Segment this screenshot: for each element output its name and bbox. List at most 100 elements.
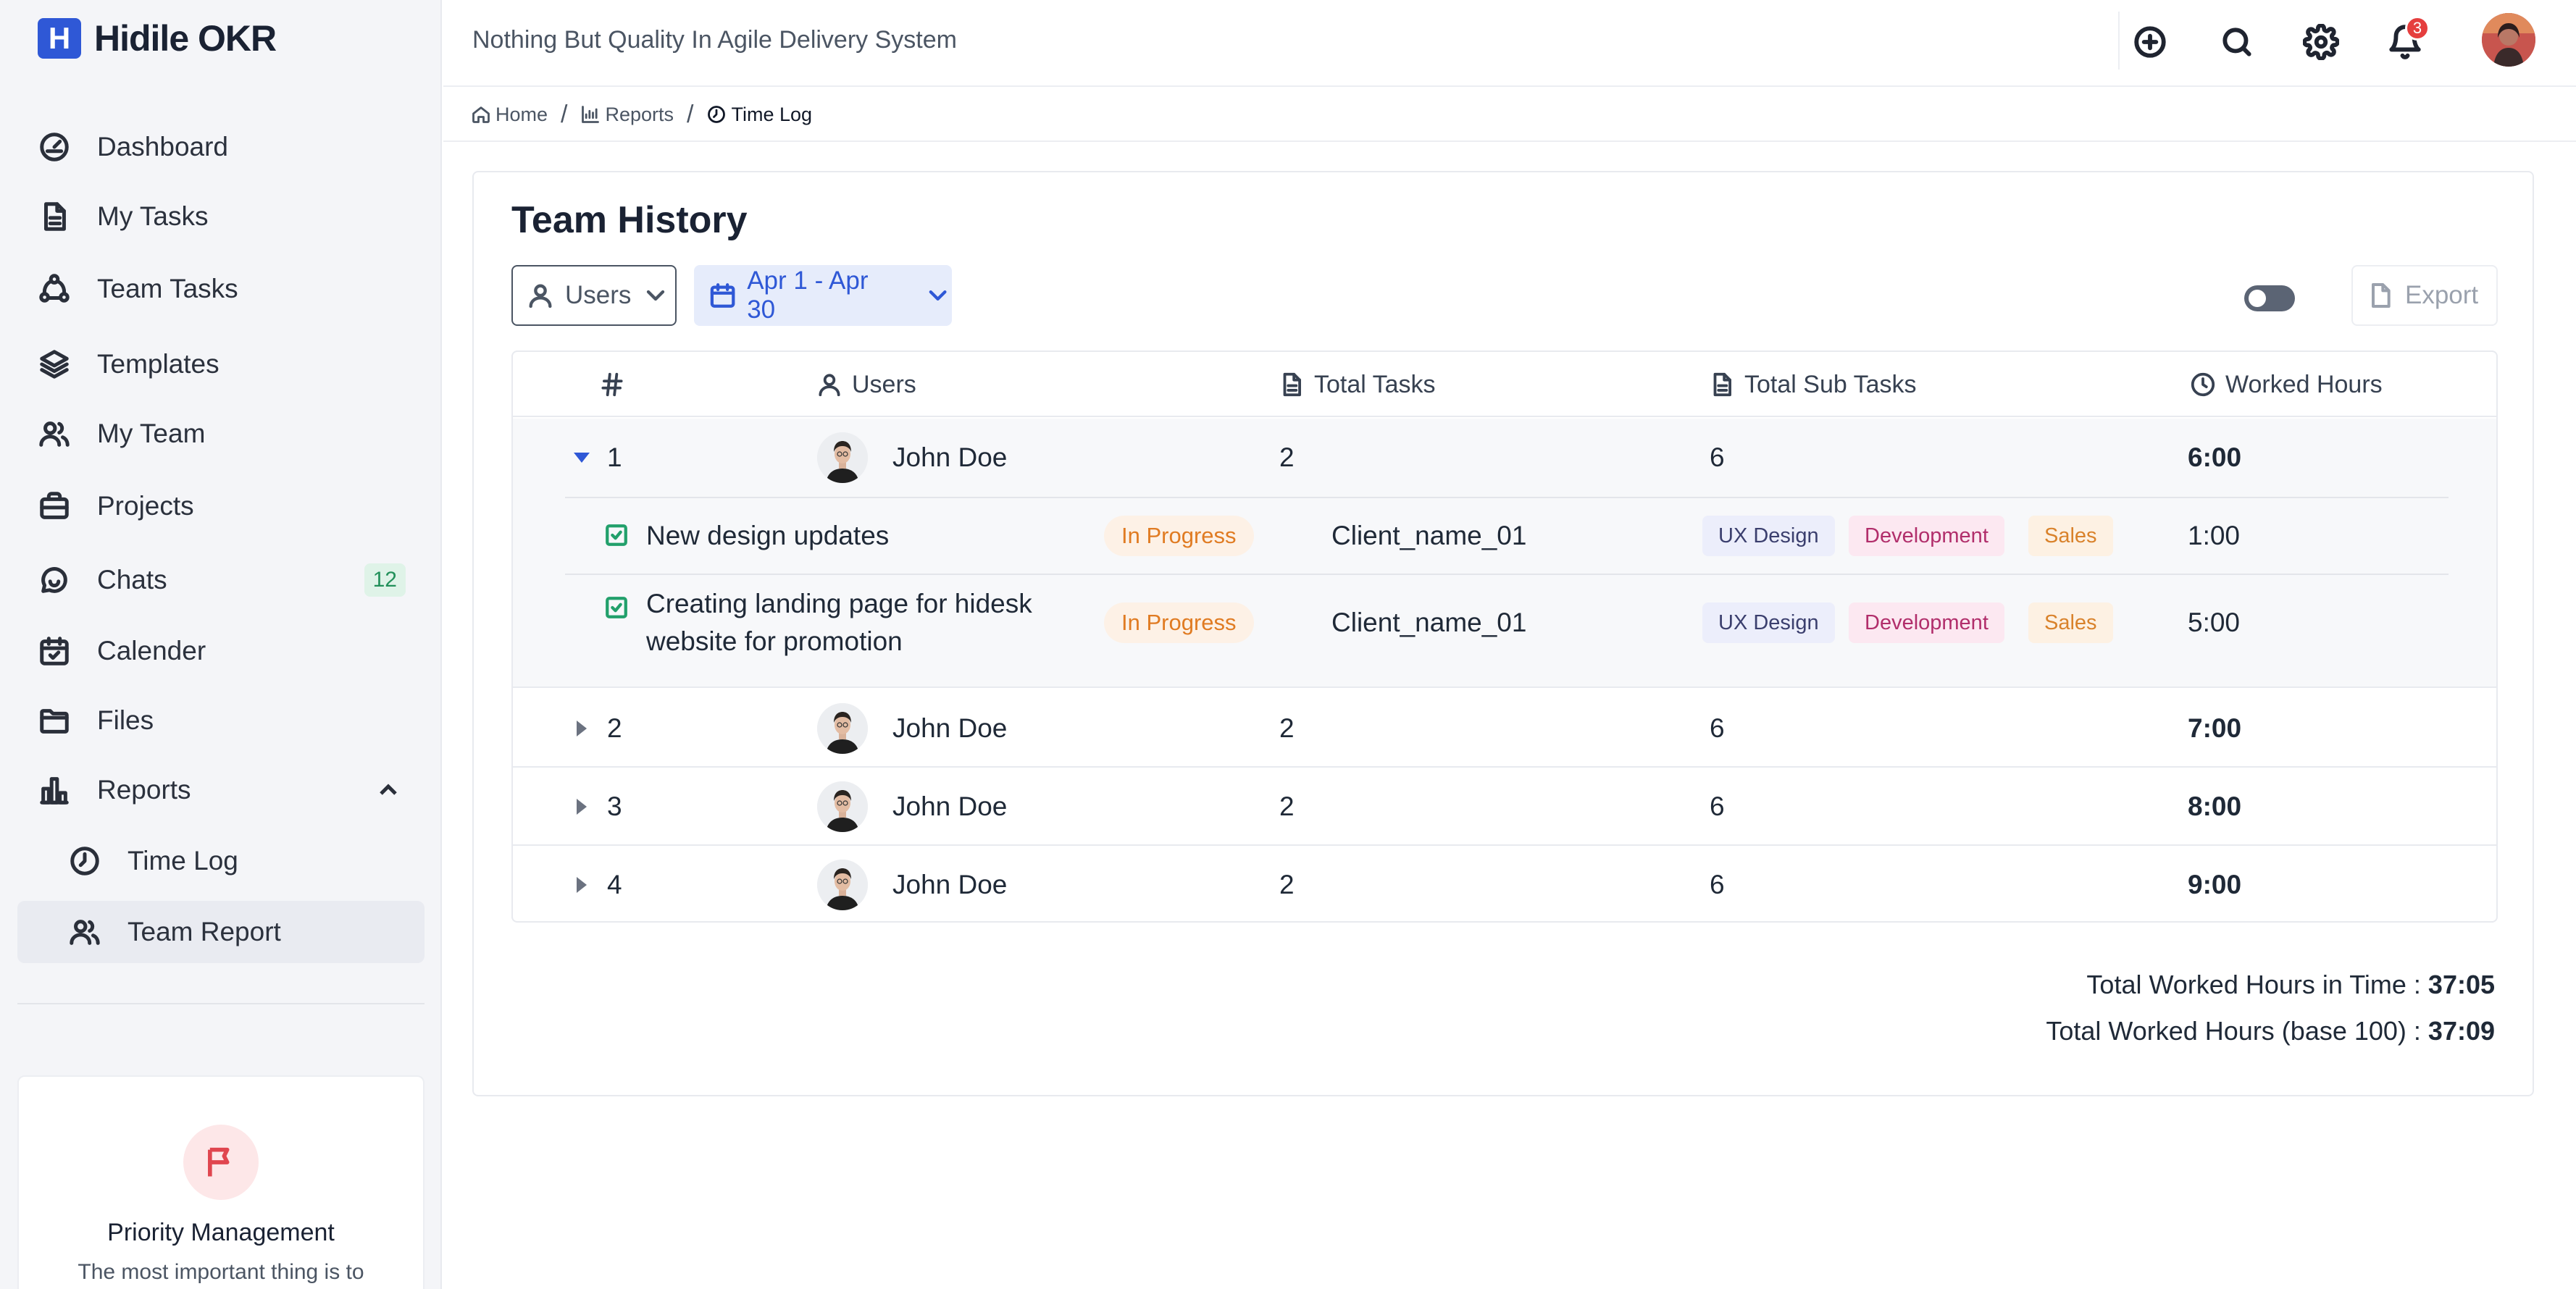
status-badge: In Progress <box>1104 516 1254 556</box>
checkbox-checked-icon[interactable] <box>604 523 629 547</box>
sidebar-item-chats[interactable]: Chats 12 <box>17 549 425 611</box>
table-row[interactable]: 2 John Doe 2 6 7:00 <box>513 689 2496 768</box>
users-filter-dropdown[interactable]: Users <box>511 265 677 326</box>
sidebar-item-reports[interactable]: Reports <box>17 759 425 821</box>
sidebar-item-calender[interactable]: Calender <box>17 620 425 682</box>
flag-icon <box>183 1125 259 1200</box>
promo-text: The most important thing is to <box>78 1260 364 1284</box>
sidebar-item-team-tasks[interactable]: Team Tasks <box>17 258 425 320</box>
date-range-picker[interactable]: Apr 1 - Apr 30 <box>694 265 952 326</box>
reports-icon <box>36 772 72 808</box>
topbar-divider <box>2118 12 2120 70</box>
sub-task-row[interactable]: New design updates In Progress Client_na… <box>513 498 2496 574</box>
total-base-label: Total Worked Hours (base 100) : <box>2046 1016 2428 1046</box>
document-icon <box>36 198 72 235</box>
sidebar-subitem-team-report[interactable]: Team Report <box>17 901 425 963</box>
caret-down-icon[interactable] <box>574 453 590 463</box>
avatar <box>817 860 868 910</box>
sidebar-item-label: Team Tasks <box>97 274 238 303</box>
document-icon <box>1713 372 1731 397</box>
row-user-name: John Doe <box>892 870 1008 899</box>
app-logo[interactable]: H Hidile OKR <box>38 17 277 59</box>
team-icon <box>67 914 103 950</box>
row-worked-hours: 9:00 <box>2188 870 2242 899</box>
breadcrumb-home[interactable]: Home <box>471 104 548 126</box>
sub-task-client: Client_name_01 <box>1331 521 1527 550</box>
row-user-name: John Doe <box>892 442 1008 472</box>
breadcrumb-reports[interactable]: Reports <box>580 104 674 126</box>
team-history-card: Team History Users Apr 1 - Apr 30 Export… <box>472 171 2534 1096</box>
sidebar-item-label: My Tasks <box>97 201 209 231</box>
sub-task-row[interactable]: Creating landing page for hidesk website… <box>513 575 2496 688</box>
sub-task-title-line-2: website for promotion <box>646 626 903 656</box>
export-button[interactable]: Export <box>2351 265 2498 326</box>
column-header-total-tasks: Total Tasks <box>1278 352 1436 417</box>
gear-icon[interactable] <box>2301 22 2341 62</box>
breadcrumb-separator: / <box>687 100 694 128</box>
hash-icon <box>601 372 623 397</box>
chart-icon <box>582 106 600 123</box>
table-row[interactable]: 4 John Doe 2 6 9:00 <box>513 846 2496 921</box>
breadcrumb-time-log: Time Log <box>706 104 812 126</box>
export-label: Export <box>2405 281 2479 309</box>
checkbox-checked-icon[interactable] <box>604 595 629 620</box>
chevron-down-icon <box>929 290 947 301</box>
layers-icon <box>36 346 72 382</box>
avatar <box>817 781 868 832</box>
breadcrumb-label: Home <box>495 103 548 125</box>
team-tasks-icon <box>36 271 72 307</box>
table-row[interactable]: 1 John Doe 2 6 6:00 <box>513 419 2496 497</box>
dashboard-icon <box>36 129 72 165</box>
sidebar-item-label: Calender <box>97 636 206 666</box>
priority-management-card[interactable]: Priority Management The most important t… <box>17 1075 425 1289</box>
row-index: 1 <box>607 442 622 472</box>
breadcrumb: Home / Reports / Time Log <box>471 100 812 128</box>
bell-icon[interactable]: 3 <box>2385 16 2430 62</box>
sidebar-subitem-time-log[interactable]: Time Log <box>17 830 425 892</box>
tag-ux-design: UX Design <box>1702 602 1835 643</box>
sub-task-title-line-1: Creating landing page for hidesk <box>646 589 1032 618</box>
sidebar-item-projects[interactable]: Projects <box>17 475 425 537</box>
row-user-name: John Doe <box>892 792 1008 821</box>
sub-task-hours: 5:00 <box>2188 608 2241 637</box>
sidebar-item-files[interactable]: Files <box>17 689 425 752</box>
row-total-tasks: 2 <box>1279 713 1295 743</box>
caret-right-icon[interactable] <box>577 721 587 736</box>
total-base-value: 37:09 <box>2427 1016 2495 1046</box>
sidebar-item-label: Reports <box>97 775 191 805</box>
view-toggle[interactable] <box>2244 285 2295 311</box>
search-icon[interactable] <box>2217 22 2257 62</box>
team-history-table: Users Total Tasks Total Sub Tasks Worked… <box>511 350 2498 923</box>
total-time-label: Total Worked Hours in Time : <box>2086 970 2428 999</box>
add-icon[interactable] <box>2130 22 2170 62</box>
user-avatar[interactable] <box>2482 13 2535 67</box>
notification-count-badge: 3 <box>2405 16 2430 41</box>
users-filter-label: Users <box>565 281 632 309</box>
row-index: 2 <box>607 713 622 743</box>
caret-right-icon[interactable] <box>577 799 587 815</box>
sidebar-item-my-team[interactable]: My Team <box>17 403 425 465</box>
row-total-tasks: 2 <box>1279 442 1295 472</box>
row-total-sub-tasks: 6 <box>1710 442 1725 472</box>
caret-right-icon[interactable] <box>577 877 587 893</box>
logo-mark: H <box>38 18 81 59</box>
total-time-value: 37:05 <box>2427 970 2495 999</box>
column-header-label: Total Sub Tasks <box>1744 370 1917 398</box>
row-user-name: John Doe <box>892 713 1008 743</box>
user-icon <box>819 374 840 397</box>
sidebar-item-my-tasks[interactable]: My Tasks <box>17 185 425 248</box>
chevron-up-icon[interactable] <box>374 776 403 805</box>
table-row[interactable]: 3 John Doe 2 6 8:00 <box>513 768 2496 846</box>
clock-icon <box>2191 372 2215 397</box>
sidebar-item-label: Time Log <box>127 846 238 876</box>
document-icon <box>1283 372 1301 397</box>
row-total-sub-tasks: 6 <box>1710 792 1725 821</box>
sidebar-item-dashboard[interactable]: Dashboard <box>17 116 425 178</box>
sub-task-title: New design updates <box>646 521 890 550</box>
totals-summary: Total Worked Hours in Time : 37:05 Total… <box>2046 962 2495 1054</box>
file-icon <box>2372 283 2391 308</box>
sidebar-item-templates[interactable]: Templates <box>17 333 425 395</box>
row-index: 4 <box>607 870 622 899</box>
tag-development: Development <box>1849 602 2004 643</box>
calendar-icon <box>710 283 735 308</box>
